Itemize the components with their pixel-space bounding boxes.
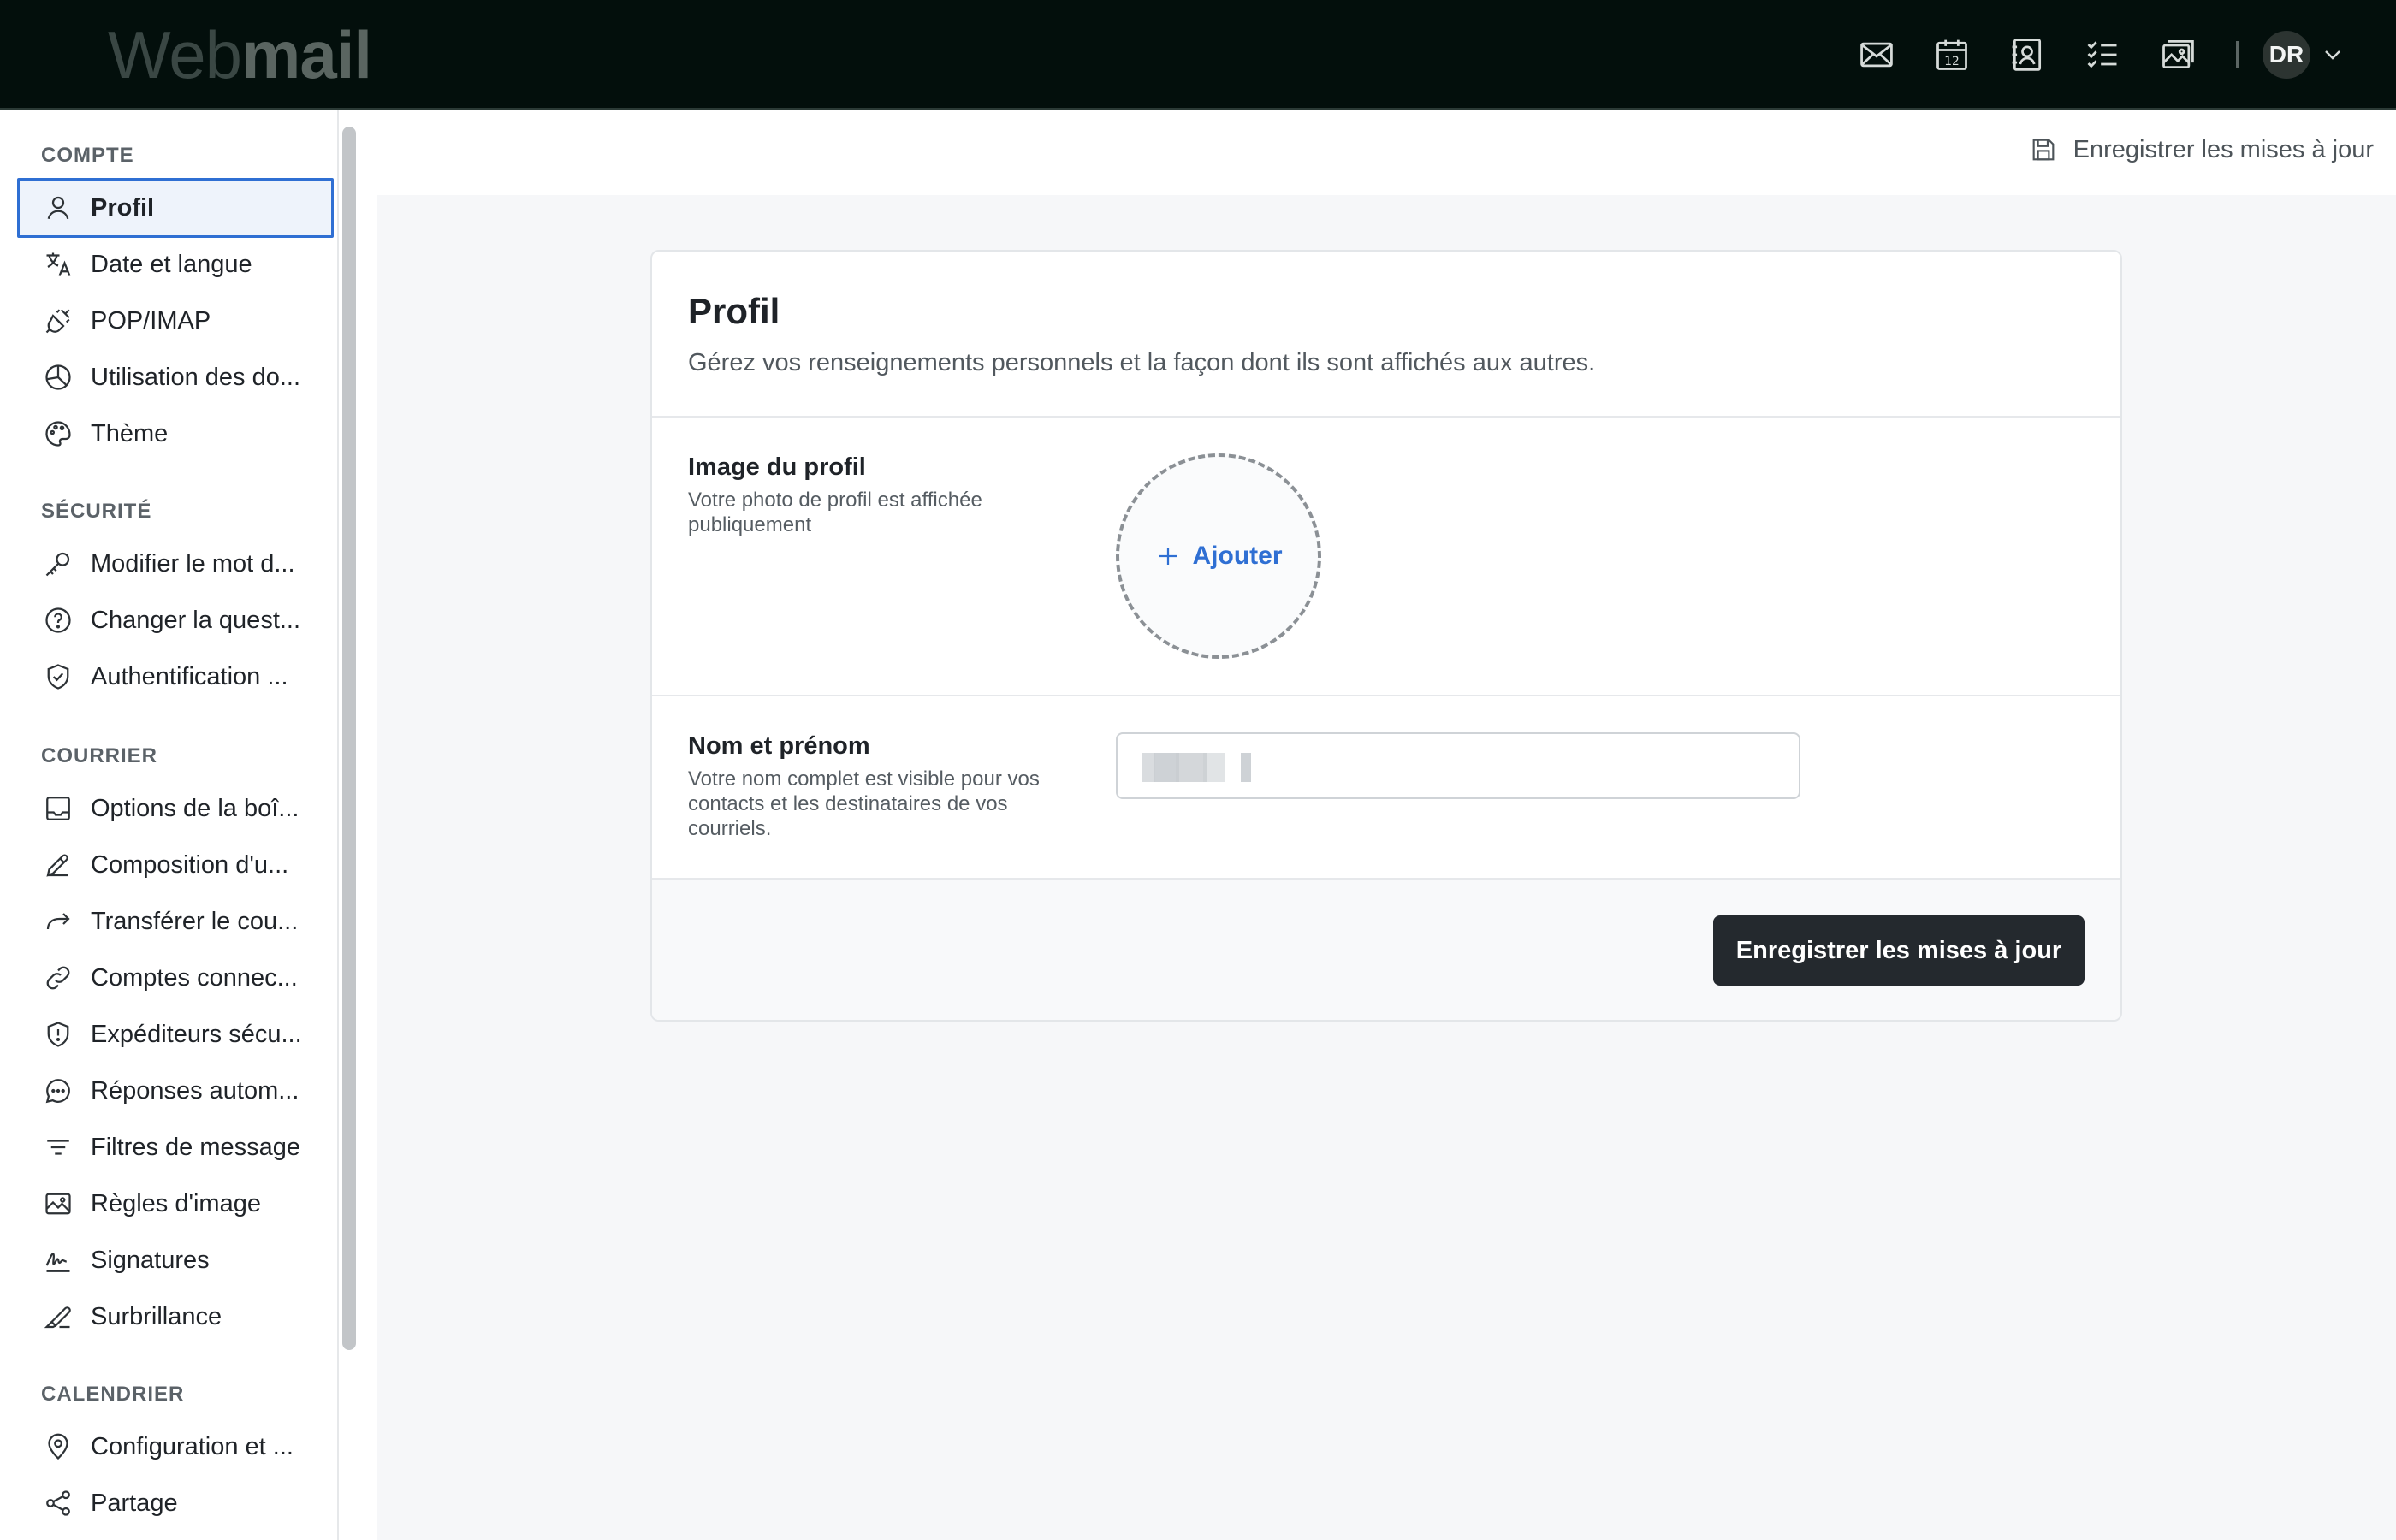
key-icon — [43, 548, 74, 579]
filter-lines-icon — [43, 1132, 74, 1163]
redacted-name — [1142, 753, 1253, 782]
sidebar-item-expediteurs[interactable]: Expéditeurs sécu... — [17, 1004, 334, 1064]
mail-icon[interactable] — [1849, 27, 1904, 82]
full-name-row: Nom et prénom Votre nom complet est visi… — [652, 696, 2120, 880]
shield-alert-icon — [43, 1019, 74, 1050]
share-icon — [43, 1488, 74, 1519]
signature-icon — [43, 1245, 74, 1276]
top-bar: Webmail 12 DR — [0, 0, 2396, 110]
sidebar-item-comptes-connectes[interactable]: Comptes connec... — [17, 948, 334, 1008]
pie-chart-icon — [43, 362, 74, 393]
profile-card-footer: Enregistrer les mises à jour — [652, 880, 2120, 1020]
toolbar-divider — [2236, 41, 2239, 68]
profile-card: Profil Gérez vos renseignements personne… — [650, 250, 2122, 1022]
chat-bubble-icon — [43, 1075, 74, 1106]
sidebar-item-filtres[interactable]: Filtres de message — [17, 1117, 334, 1177]
save-updates-button[interactable]: Enregistrer les mises à jour — [1713, 915, 2085, 986]
link-icon — [43, 962, 74, 993]
sidebar-item-composition[interactable]: Composition d'u... — [17, 835, 334, 895]
palette-icon — [43, 418, 74, 449]
highlighter-icon — [43, 1301, 74, 1332]
page-title: Profil — [688, 291, 780, 331]
image-icon — [43, 1188, 74, 1219]
chevron-down-icon[interactable] — [2319, 41, 2346, 68]
settings-content: Enregistrer les mises à jour Profil Gére… — [377, 111, 2396, 1540]
profile-image-description: Votre photo de profil est affichée publi… — [688, 489, 982, 536]
user-avatar[interactable]: DR — [2263, 31, 2310, 79]
plus-icon — [1159, 548, 1177, 565]
full-name-input[interactable] — [1116, 732, 1800, 799]
sidebar-item-configuration[interactable]: Configuration et ... — [17, 1417, 334, 1477]
calendar-day: 12 — [1944, 55, 1960, 68]
translate-icon — [43, 249, 74, 280]
action-bar: Enregistrer les mises à jour — [377, 111, 2396, 195]
profile-image-label: Image du profil — [688, 453, 866, 481]
webmail-logo[interactable]: Webmail — [108, 15, 372, 94]
full-name-description: Votre nom complet est visible pour vos c… — [688, 767, 1040, 840]
profile-card-header: Profil Gérez vos renseignements personne… — [652, 252, 2120, 418]
inbox-icon — [43, 793, 74, 824]
sidebar-item-date-langue[interactable]: Date et langue — [17, 234, 334, 294]
sidebar-item-pop-imap[interactable]: POP/IMAP — [17, 291, 334, 351]
map-pin-icon — [43, 1431, 74, 1462]
sidebar-item-authentification[interactable]: Authentification ... — [17, 647, 334, 707]
save-updates-link[interactable]: Enregistrer les mises à jour — [2029, 135, 2374, 164]
pencil-icon — [43, 850, 74, 880]
shield-check-icon — [43, 661, 74, 692]
section-title-calendrier: CALENDRIER — [41, 1383, 185, 1406]
sidebar-item-profil[interactable]: Profil — [17, 178, 334, 238]
section-title-courrier: COURRIER — [41, 744, 158, 767]
settings-sidebar: COMPTE Profil Date et langue POP/IMAP Ut… — [0, 110, 339, 1540]
contacts-icon[interactable] — [2000, 27, 2055, 82]
section-title-securite: SÉCURITÉ — [41, 500, 152, 523]
profile-image-row: Image du profil Votre photo de profil es… — [652, 418, 2120, 696]
photos-icon[interactable] — [2150, 27, 2205, 82]
save-icon — [2032, 139, 2055, 161]
sidebar-item-options-boite[interactable]: Options de la boî... — [17, 779, 334, 838]
sidebar-item-utilisation[interactable]: Utilisation des do... — [17, 347, 334, 407]
sidebar-item-signatures[interactable]: Signatures — [17, 1230, 334, 1290]
plug-icon — [43, 305, 74, 336]
sidebar-item-theme[interactable]: Thème — [17, 404, 334, 464]
sidebar-item-regles-image[interactable]: Règles d'image — [17, 1174, 334, 1234]
calendar-icon[interactable]: 12 — [1925, 27, 1979, 82]
page-subtitle: Gérez vos renseignements personnels et l… — [688, 349, 1596, 376]
sidebar-item-question[interactable]: Changer la quest... — [17, 590, 334, 650]
forward-icon — [43, 906, 74, 937]
full-name-label: Nom et prénom — [688, 732, 870, 760]
sidebar-item-partage[interactable]: Partage — [17, 1473, 334, 1533]
sidebar-item-mot-de-passe[interactable]: Modifier le mot d... — [17, 534, 334, 594]
sidebar-scrollbar[interactable] — [342, 127, 356, 1350]
add-photo-button[interactable]: Ajouter — [1116, 453, 1321, 659]
sidebar-item-surbrillance[interactable]: Surbrillance — [17, 1287, 334, 1347]
question-icon — [43, 605, 74, 636]
sidebar-item-reponses[interactable]: Réponses autom... — [17, 1061, 334, 1121]
sidebar-item-transferer[interactable]: Transférer le cou... — [17, 891, 334, 951]
tasks-icon[interactable] — [2075, 27, 2130, 82]
user-icon — [43, 192, 74, 223]
app-switcher: 12 DR — [1829, 27, 2346, 82]
section-title-compte: COMPTE — [41, 144, 134, 167]
